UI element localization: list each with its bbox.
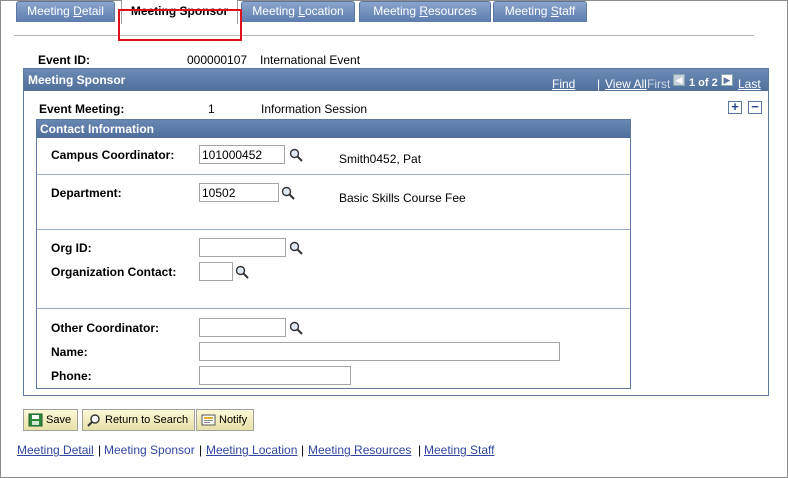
campus-coordinator-name: Smith0452, Pat <box>339 152 422 166</box>
tab-label-accel: D <box>73 4 82 18</box>
event-id-label: Event ID: <box>38 53 91 67</box>
tab-meeting-staff[interactable]: Meeting Staff <box>493 1 587 22</box>
panel-title: Meeting Sponsor <box>28 73 126 87</box>
footer-separator: | <box>98 443 102 457</box>
return-to-search-icon <box>87 414 100 427</box>
event-name: International Event <box>260 53 361 67</box>
tab-label-post: ocation <box>305 4 344 18</box>
event-meeting-name: Information Session <box>261 102 368 116</box>
previous-arrow-icon[interactable]: ◀ <box>673 74 685 86</box>
tab-label-accel: R <box>419 4 428 18</box>
section-divider <box>37 174 630 175</box>
tab-label-post: taff <box>558 4 576 18</box>
organization-contact-label: Organization Contact: <box>51 265 177 279</box>
org-id-label: Org ID: <box>51 241 92 255</box>
lookup-icon[interactable] <box>289 321 303 335</box>
department-label: Department: <box>51 186 122 200</box>
tab-label-post: etail <box>81 4 104 18</box>
meeting-sponsor-panel: Meeting Sponsor Find | View All First ◀ … <box>23 68 769 396</box>
save-button[interactable]: Save <box>23 409 79 431</box>
tab-label-pre: Meeting <box>27 4 74 18</box>
department-description: Basic Skills Course Fee <box>339 191 466 205</box>
save-label: Save <box>46 414 72 426</box>
row-count: 1 of 2 <box>689 77 718 89</box>
org-id-input[interactable] <box>199 238 286 257</box>
other-coordinator-input[interactable] <box>199 318 286 337</box>
other-coordinator-label: Other Coordinator: <box>51 321 159 335</box>
tab-label-post: esources <box>428 4 477 18</box>
organization-contact-input[interactable] <box>199 262 233 281</box>
footer-separator: | <box>418 443 422 457</box>
delete-row-icon[interactable]: − <box>748 100 762 114</box>
campus-coordinator-input[interactable] <box>199 145 285 164</box>
footer-link-meeting-location[interactable]: Meeting Location <box>206 443 297 457</box>
lookup-icon[interactable] <box>281 186 295 200</box>
footer-current-meeting-sponsor: Meeting Sponsor <box>104 443 195 457</box>
next-arrow-icon[interactable]: ▶ <box>721 74 733 86</box>
tab-meeting-detail[interactable]: Meeting Detail <box>16 1 115 22</box>
return-to-search-label: Return to Search <box>105 414 189 426</box>
phone-label: Phone: <box>51 369 92 383</box>
footer-link-meeting-staff[interactable]: Meeting Staff <box>424 443 495 457</box>
nav-separator: | <box>597 77 601 91</box>
phone-input[interactable] <box>199 366 351 385</box>
footer-separator: | <box>301 443 305 457</box>
event-meeting-number: 1 <box>208 102 215 116</box>
first-label: First <box>647 77 671 91</box>
tab-meeting-location[interactable]: Meeting Location <box>241 1 355 22</box>
notify-label: Notify <box>219 414 248 426</box>
tab-meeting-resources[interactable]: Meeting Resources <box>359 1 491 22</box>
name-input[interactable] <box>199 342 560 361</box>
lookup-icon[interactable] <box>289 241 303 255</box>
tab-label-accel: S <box>550 4 559 18</box>
section-divider <box>37 229 630 230</box>
notify-icon <box>201 414 216 426</box>
event-meeting-label: Event Meeting: <box>39 102 125 116</box>
find-link[interactable]: Find <box>552 77 575 91</box>
campus-coordinator-label: Campus Coordinator: <box>51 148 175 162</box>
name-label: Name: <box>51 345 88 359</box>
lookup-icon[interactable] <box>289 148 303 162</box>
tab-label-pre: Meeting <box>252 4 299 18</box>
save-icon <box>28 413 43 427</box>
notify-button[interactable]: Notify <box>196 409 255 431</box>
section-divider <box>37 308 630 309</box>
tab-label-pre: Meeting <box>373 4 420 18</box>
return-to-search-button[interactable]: Return to Search <box>82 409 196 431</box>
contact-information-box: Contact Information Campus Coordinator: … <box>36 119 631 389</box>
last-link[interactable]: Last <box>738 77 761 91</box>
department-input[interactable] <box>199 183 279 202</box>
lookup-icon[interactable] <box>235 265 249 279</box>
contact-title: Contact Information <box>40 122 154 136</box>
footer-link-meeting-detail[interactable]: Meeting Detail <box>17 443 94 457</box>
add-row-icon[interactable]: + <box>728 100 742 114</box>
contact-information-header: Contact Information <box>37 120 630 138</box>
tab-label-accel: L <box>298 4 305 18</box>
footer-separator: | <box>199 443 203 457</box>
tab-label-pre: Meeting <box>504 4 551 18</box>
event-id-value: 000000107 <box>187 53 248 67</box>
footer-link-meeting-resources[interactable]: Meeting Resources <box>308 443 411 457</box>
view-all-link[interactable]: View All <box>605 77 647 91</box>
active-tab-highlight <box>118 9 242 41</box>
